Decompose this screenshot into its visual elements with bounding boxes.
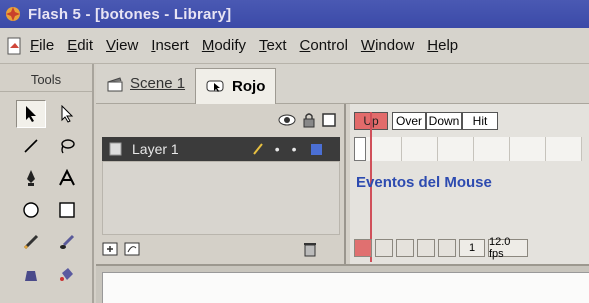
document-icon[interactable] [6,36,24,56]
center-frame-icon[interactable] [354,239,372,257]
pen-tool-icon[interactable] [16,164,46,192]
paint-bucket-tool-icon[interactable] [52,260,82,288]
menu-insert[interactable]: Insert [151,37,189,54]
menu-edit[interactable]: Edit [67,37,93,54]
ink-bottle-tool-icon[interactable] [16,260,46,288]
modify-markers-icon[interactable] [438,239,456,257]
stage-area [96,264,589,303]
frame-overlay-text: Eventos del Mouse [356,174,492,191]
frame-rate: 12.0 fps [488,236,528,260]
onion-outline-icon[interactable] [396,239,414,257]
visible-dot[interactable]: • [275,141,280,157]
oval-tool-icon[interactable] [16,196,46,224]
keyframe-cell[interactable] [354,137,366,161]
frame-cells [354,137,589,161]
menu-view[interactable]: View [106,37,138,54]
frame-label-hit[interactable]: Hit [462,112,498,130]
current-frame: 1 [459,239,485,257]
trash-icon[interactable] [302,240,318,258]
lock-icon[interactable] [302,112,316,128]
frame-cell[interactable] [474,137,510,161]
title-bar: Flash 5 - [botones - Library] [0,0,589,28]
window-title: Flash 5 - [botones - Library] [28,5,232,23]
tools-label: Tools [0,64,92,92]
frame-label-down[interactable]: Down [426,112,462,130]
frame-cell[interactable] [510,137,546,161]
menu-control[interactable]: Control [300,37,348,54]
scene-bar: Scene 1 Rojo [96,64,589,104]
frame-label-over[interactable]: Over [392,112,426,130]
layer-panel: Layer 1 • • [96,104,346,264]
insert-layer-icon[interactable] [102,240,120,258]
arrow-tool-icon[interactable] [16,100,46,128]
layer-header [96,104,344,136]
menu-file[interactable]: File [30,37,54,54]
rectangle-tool-icon[interactable] [52,196,82,224]
tools-panel: Tools [0,64,94,303]
symbol-tab[interactable]: Rojo [195,67,277,104]
menu-text[interactable]: Text [259,37,287,54]
frames-panel: Up Over Down Hit Eventos del Mouse 1 12.… [350,104,589,264]
menu-modify[interactable]: Modify [202,37,246,54]
lasso-tool-icon[interactable] [52,132,82,160]
layer-footer [102,238,340,260]
menu-window[interactable]: Window [361,37,414,54]
menu-help[interactable]: Help [427,37,458,54]
scene-label: Scene 1 [130,75,186,92]
scene-tab[interactable]: Scene 1 [96,67,195,101]
layer-page-icon [109,142,122,156]
line-tool-icon[interactable] [16,132,46,160]
frame-ruler: Up Over Down Hit [350,112,589,132]
brush-tool-icon[interactable] [52,228,82,256]
menu-bar: File Edit View Insert Modify Text Contro… [0,28,589,64]
pencil-tool-icon[interactable] [16,228,46,256]
flash-logo-icon [6,7,20,21]
onion-skin-icon[interactable] [375,239,393,257]
lock-dot[interactable]: • [292,141,297,157]
pencil-icon [252,143,263,155]
symbol-label: Rojo [232,77,266,95]
stage-canvas[interactable] [102,272,589,303]
clapper-icon [107,76,123,91]
frame-cell[interactable] [438,137,474,161]
button-symbol-icon [206,80,224,92]
text-tool-icon[interactable] [52,164,82,192]
add-guide-layer-icon[interactable] [124,240,142,258]
timeline-footer: 1 12.0 fps [350,236,589,260]
edit-multiple-icon[interactable] [417,239,435,257]
outline-icon[interactable] [322,113,336,127]
outline-color-box[interactable] [310,143,322,155]
layer-row[interactable]: Layer 1 • • [102,137,340,161]
subselect-tool-icon[interactable] [52,100,82,128]
layer-name: Layer 1 [132,141,179,157]
eye-icon[interactable] [278,113,296,127]
frame-cell[interactable] [546,137,582,161]
frame-cell[interactable] [402,137,438,161]
timeline: Layer 1 • • Up Over Down Hit [96,104,589,264]
layer-empty-area [102,161,340,235]
